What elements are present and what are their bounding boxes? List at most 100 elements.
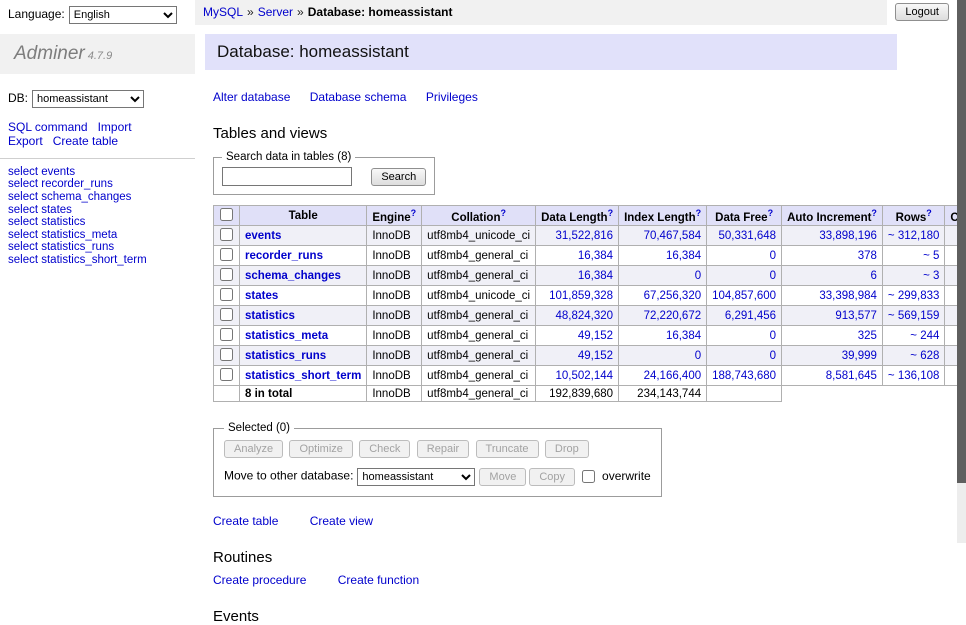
truncate-button[interactable]: Truncate <box>476 440 539 458</box>
db-select[interactable]: homeassistant <box>32 90 144 108</box>
scrollbar[interactable] <box>957 0 966 543</box>
rows-value[interactable]: ~ 3 <box>923 270 939 282</box>
data-length-value[interactable]: 49,152 <box>578 330 613 342</box>
row-checkbox[interactable] <box>220 328 233 341</box>
create-view-link[interactable]: Create view <box>310 514 373 528</box>
auto-increment-value[interactable]: 325 <box>858 330 877 342</box>
rows-value[interactable]: ~ 312,180 <box>888 230 939 242</box>
data-length-value[interactable]: 31,522,816 <box>556 230 614 242</box>
rows-value[interactable]: ~ 569,159 <box>888 310 939 322</box>
create-function-link[interactable]: Create function <box>338 573 419 587</box>
column-help-link[interactable]: ? <box>411 208 417 218</box>
overwrite-label[interactable]: overwrite <box>602 469 651 483</box>
data-free-value[interactable]: 0 <box>770 330 776 342</box>
data-free-value[interactable]: 50,331,648 <box>719 230 777 242</box>
column-help-link[interactable]: ? <box>871 208 877 218</box>
rows-value[interactable]: ~ 5 <box>923 250 939 262</box>
index-length-value[interactable]: 0 <box>695 270 701 282</box>
sidebar-item-states[interactable]: select states <box>8 204 187 217</box>
check-button[interactable]: Check <box>359 440 410 458</box>
sidebar-item-statistics-runs[interactable]: select statistics_runs <box>8 241 187 254</box>
select-all-checkbox[interactable] <box>220 208 233 221</box>
create-table-link-bottom[interactable]: Create table <box>213 514 278 528</box>
index-length-value[interactable]: 16,384 <box>666 330 701 342</box>
repair-button[interactable]: Repair <box>417 440 469 458</box>
row-checkbox[interactable] <box>220 228 233 241</box>
data-length-value[interactable]: 48,824,320 <box>556 310 614 322</box>
search-button[interactable]: Search <box>371 168 426 186</box>
logout-button[interactable]: Logout <box>895 3 949 21</box>
row-checkbox[interactable] <box>220 248 233 261</box>
index-length-value[interactable]: 16,384 <box>666 250 701 262</box>
data-free-value[interactable]: 0 <box>770 350 776 362</box>
rows-value[interactable]: ~ 299,833 <box>888 290 939 302</box>
create-procedure-link[interactable]: Create procedure <box>213 573 306 587</box>
sidebar-item-statistics[interactable]: select statistics <box>8 216 187 229</box>
search-input[interactable] <box>222 167 352 186</box>
auto-increment-value[interactable]: 913,577 <box>835 310 877 322</box>
column-help-link[interactable]: ? <box>500 208 506 218</box>
auto-increment-value[interactable]: 33,898,196 <box>819 230 877 242</box>
index-length-value[interactable]: 70,467,584 <box>644 230 702 242</box>
auto-increment-value[interactable]: 8,581,645 <box>826 370 877 382</box>
sidebar-item-schema-changes[interactable]: select schema_changes <box>8 191 187 204</box>
database-schema-link[interactable]: Database schema <box>310 90 407 104</box>
auto-increment-value[interactable]: 33,398,984 <box>819 290 877 302</box>
index-length-value[interactable]: 0 <box>695 350 701 362</box>
rows-value[interactable]: ~ 136,108 <box>888 370 939 382</box>
data-free-value[interactable]: 0 <box>770 250 776 262</box>
row-checkbox[interactable] <box>220 368 233 381</box>
create-table-link[interactable]: Create table <box>53 134 118 148</box>
row-checkbox[interactable] <box>220 268 233 281</box>
breadcrumb-link-mysql[interactable]: MySQL <box>203 5 243 19</box>
index-length-value[interactable]: 24,166,400 <box>644 370 702 382</box>
data-free-value[interactable]: 6,291,456 <box>725 310 776 322</box>
auto-increment-value[interactable]: 378 <box>858 250 877 262</box>
row-checkbox[interactable] <box>220 288 233 301</box>
column-help-link[interactable]: ? <box>768 208 774 218</box>
sidebar-item-statistics-meta[interactable]: select statistics_meta <box>8 229 187 242</box>
copy-button[interactable]: Copy <box>529 468 575 486</box>
table-link[interactable]: schema_changes <box>245 270 341 282</box>
table-link[interactable]: statistics_runs <box>245 350 326 362</box>
rows-value[interactable]: ~ 244 <box>910 330 939 342</box>
data-length-value[interactable]: 101,859,328 <box>549 290 613 302</box>
scrollbar-thumb[interactable] <box>957 0 966 483</box>
move-db-select[interactable]: homeassistant <box>357 468 475 486</box>
breadcrumb-link-server[interactable]: Server <box>258 5 293 19</box>
data-length-value[interactable]: 16,384 <box>578 250 613 262</box>
row-checkbox[interactable] <box>220 308 233 321</box>
optimize-button[interactable]: Optimize <box>289 440 352 458</box>
alter-database-link[interactable]: Alter database <box>213 90 290 104</box>
language-select[interactable]: English <box>69 6 177 24</box>
data-length-value[interactable]: 10,502,144 <box>556 370 614 382</box>
rows-value[interactable]: ~ 628 <box>910 350 939 362</box>
table-link[interactable]: events <box>245 230 281 242</box>
data-free-value[interactable]: 0 <box>770 270 776 282</box>
index-length-value[interactable]: 72,220,672 <box>644 310 702 322</box>
auto-increment-value[interactable]: 39,999 <box>842 350 877 362</box>
data-free-value[interactable]: 104,857,600 <box>712 290 776 302</box>
table-link[interactable]: statistics <box>245 310 295 322</box>
move-button[interactable]: Move <box>479 468 526 486</box>
index-length-value[interactable]: 67,256,320 <box>644 290 702 302</box>
data-length-value[interactable]: 16,384 <box>578 270 613 282</box>
overwrite-checkbox[interactable] <box>582 470 595 483</box>
sidebar-item-statistics-short-term[interactable]: select statistics_short_term <box>8 254 187 267</box>
column-help-link[interactable]: ? <box>608 208 614 218</box>
table-link[interactable]: recorder_runs <box>245 250 323 262</box>
drop-button[interactable]: Drop <box>545 440 589 458</box>
data-free-value[interactable]: 188,743,680 <box>712 370 776 382</box>
column-help-link[interactable]: ? <box>696 208 702 218</box>
export-link[interactable]: Export <box>8 134 43 148</box>
column-help-link[interactable]: ? <box>926 208 932 218</box>
data-length-value[interactable]: 49,152 <box>578 350 613 362</box>
table-link[interactable]: statistics_meta <box>245 330 328 342</box>
adminer-home-link[interactable]: Adminer <box>14 43 85 64</box>
sidebar-item-events[interactable]: select events <box>8 166 187 179</box>
auto-increment-value[interactable]: 6 <box>871 270 877 282</box>
sidebar-item-recorder-runs[interactable]: select recorder_runs <box>8 178 187 191</box>
sql-command-link[interactable]: SQL command <box>8 120 88 134</box>
import-link[interactable]: Import <box>98 120 132 134</box>
privileges-link[interactable]: Privileges <box>426 90 478 104</box>
